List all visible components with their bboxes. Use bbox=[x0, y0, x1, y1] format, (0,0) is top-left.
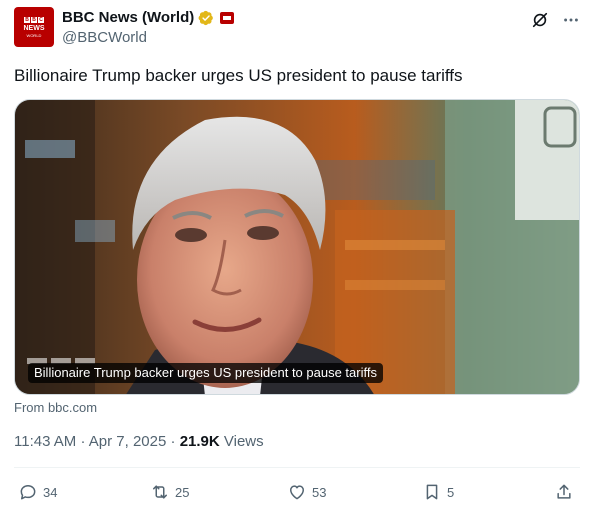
link-card[interactable]: Billionaire Trump backer urges US presid… bbox=[14, 99, 580, 395]
bbc-logo-letter: C bbox=[38, 16, 44, 23]
repost-count: 25 bbox=[175, 484, 190, 500]
avatar[interactable]: B B C NEWS WORLD bbox=[14, 7, 54, 47]
more-icon[interactable] bbox=[562, 11, 580, 29]
repost-icon bbox=[153, 485, 167, 499]
share-button[interactable] bbox=[554, 482, 574, 502]
views-count: 21.9K bbox=[179, 433, 220, 450]
like-count: 53 bbox=[312, 484, 327, 500]
reply-icon bbox=[20, 485, 36, 500]
action-bar: 34 25 53 5 bbox=[14, 482, 580, 502]
bookmark-count: 5 bbox=[447, 484, 455, 500]
verified-badge-icon[interactable] bbox=[198, 10, 214, 26]
card-source[interactable]: From bbc.com bbox=[14, 400, 97, 415]
avatar-news-text: NEWS bbox=[23, 24, 45, 32]
bookmark-button[interactable]: 5 bbox=[422, 482, 454, 502]
author-name-row: BBC News (World) bbox=[62, 9, 235, 26]
display-name[interactable]: BBC News (World) bbox=[62, 9, 194, 26]
divider bbox=[14, 467, 580, 468]
bbc-logo-blocks: B B C bbox=[24, 16, 44, 23]
avatar-world-text: WORLD bbox=[26, 32, 42, 38]
repost-button[interactable]: 25 bbox=[150, 482, 189, 502]
grok-icon[interactable] bbox=[531, 11, 549, 29]
bbc-logo-letter: B bbox=[24, 16, 30, 23]
tweet-date[interactable]: Apr 7, 2025 bbox=[89, 433, 167, 450]
article-photo bbox=[15, 100, 579, 394]
bbc-logo-letter: B bbox=[31, 16, 37, 23]
meta-separator: · bbox=[80, 433, 86, 450]
views-label: Views bbox=[223, 433, 264, 450]
tweet-time[interactable]: 11:43 AM bbox=[14, 433, 76, 450]
like-icon bbox=[290, 485, 304, 500]
share-icon bbox=[557, 484, 571, 499]
bookmark-icon bbox=[426, 484, 438, 500]
affiliate-badge-icon[interactable] bbox=[220, 11, 235, 24]
card-caption: Billionaire Trump backer urges US presid… bbox=[28, 363, 383, 383]
like-button[interactable]: 53 bbox=[287, 482, 326, 502]
meta-separator: · bbox=[170, 433, 176, 450]
tweet-meta: 11:43 AM · Apr 7, 2025 · 21.9K Views bbox=[14, 433, 264, 450]
tweet-text: Billionaire Trump backer urges US presid… bbox=[14, 66, 463, 85]
reply-button[interactable]: 34 bbox=[18, 482, 57, 502]
reply-count: 34 bbox=[43, 484, 58, 500]
handle[interactable]: @BBCWorld bbox=[62, 29, 147, 46]
